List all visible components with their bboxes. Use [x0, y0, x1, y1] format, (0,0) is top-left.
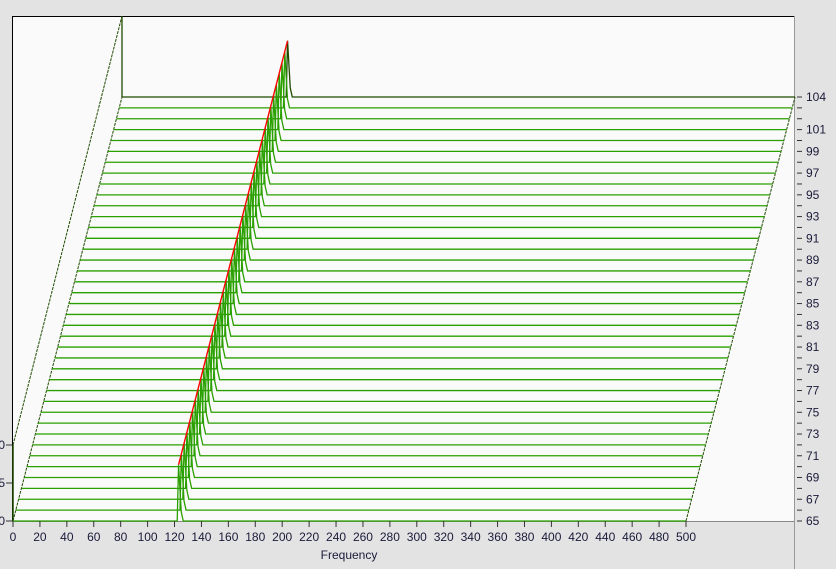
trace-tick-label: 104 — [806, 90, 826, 104]
x-tick-label: 180 — [245, 530, 265, 544]
trace-tick-label: 93 — [806, 210, 820, 224]
x-tick-label: 320 — [434, 530, 454, 544]
x-tick-label: 40 — [60, 530, 74, 544]
x-tick-label: 220 — [299, 530, 319, 544]
x-tick-label: 120 — [165, 530, 185, 544]
trace-tick-label: 91 — [806, 231, 820, 245]
x-tick-label: 160 — [218, 530, 238, 544]
x-tick-label: 60 — [87, 530, 101, 544]
trace-tick-label: 81 — [806, 340, 820, 354]
trace-tick-label: 65 — [806, 514, 820, 528]
trace-tick-label: 67 — [806, 492, 820, 506]
x-tick-label: 200 — [272, 530, 292, 544]
x-tick-label: 20 — [33, 530, 47, 544]
z-axis-ticks: 0 5 10 — [0, 438, 12, 528]
x-tick-label: 480 — [649, 530, 669, 544]
x-tick-label: 0 — [10, 530, 17, 544]
trace-tick-label: 95 — [806, 188, 820, 202]
x-tick-label: 280 — [380, 530, 400, 544]
trace-tick-label: 69 — [806, 471, 820, 485]
trace-tick-label: 79 — [806, 362, 820, 376]
x-tick-label: 100 — [138, 530, 158, 544]
x-tick-label: 240 — [326, 530, 346, 544]
x-tick-label: 340 — [461, 530, 481, 544]
trace-tick-label: 75 — [806, 405, 820, 419]
trace-tick-label: 97 — [806, 166, 820, 180]
x-axis-label: Frequency — [321, 548, 378, 562]
x-tick-label: 80 — [114, 530, 128, 544]
trace-tick-label: 101 — [806, 123, 826, 137]
trace-tick-label: 85 — [806, 297, 820, 311]
trace-tick-label: 83 — [806, 318, 820, 332]
x-tick-label: 460 — [622, 530, 642, 544]
x-tick-label: 260 — [353, 530, 373, 544]
trace-tick-label: 87 — [806, 275, 820, 289]
trace-tick-label: 77 — [806, 384, 820, 398]
trace-tick-label: 71 — [806, 449, 820, 463]
x-axis-ticks: 0 20 40 60 80 100 120 140 160 180 200 220 240 260 280 3… — [10, 521, 696, 544]
waterfall-chart: 0 20 40 60 80 100 120 140 160 180 200 220 240 260 280 3… — [0, 15, 826, 569]
x-tick-label: 500 — [676, 530, 696, 544]
z-tick-label: 10 — [0, 438, 5, 452]
x-tick-label: 140 — [191, 530, 211, 544]
x-tick-label: 380 — [514, 530, 534, 544]
x-tick-label: 420 — [568, 530, 588, 544]
x-tick-label: 440 — [595, 530, 615, 544]
z-tick-label: 5 — [0, 476, 5, 490]
x-tick-label: 300 — [407, 530, 427, 544]
trace-tick-label: 99 — [806, 144, 820, 158]
x-tick-label: 360 — [488, 530, 508, 544]
trace-tick-label: 89 — [806, 253, 820, 267]
trace-axis-ticks: 65 67 69 71 73 75 77 79 81 83 85 87 89 91 93 95 97 99 101 1… — [797, 90, 826, 528]
x-tick-label: 400 — [541, 530, 561, 544]
z-tick-label: 0 — [0, 514, 5, 528]
trace-tick-label: 73 — [806, 427, 820, 441]
